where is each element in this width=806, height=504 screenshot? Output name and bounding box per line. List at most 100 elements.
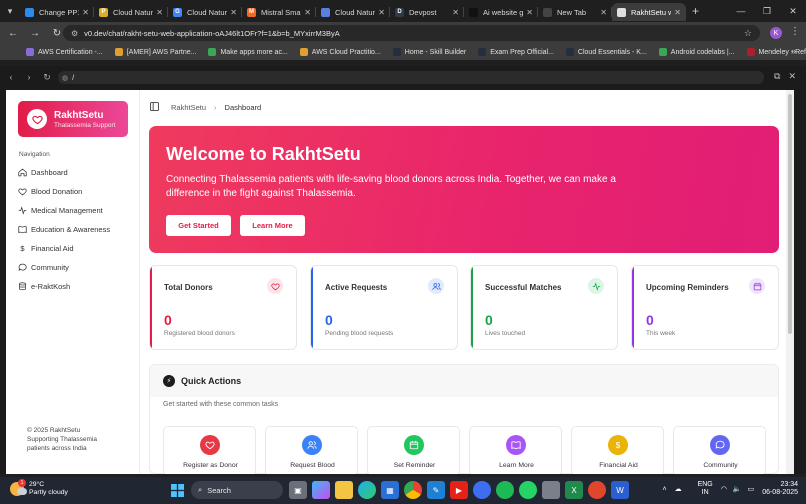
forward-icon[interactable]: →	[26, 24, 44, 42]
close-window-icon[interactable]: ✕	[780, 0, 806, 22]
spotify-icon[interactable]	[496, 481, 514, 499]
chrome-icon[interactable]	[404, 481, 422, 499]
quick-action-card[interactable]: Register as Donor	[163, 426, 256, 474]
bookmark-star-icon[interactable]: ☆	[744, 28, 752, 39]
excel-icon[interactable]: X	[565, 481, 583, 499]
task-view-icon[interactable]: ▣	[289, 481, 307, 499]
home-icon	[18, 168, 30, 177]
bookmarks-bar: AWS Certification -... [AMER] AWS Partne.…	[0, 44, 806, 60]
site-info-icon[interactable]: ⚙	[71, 29, 78, 38]
profile-avatar[interactable]: K	[770, 27, 782, 39]
bookmark-item[interactable]: AWS Certification -...	[26, 48, 103, 56]
sidebar-item-blood-donation[interactable]: Blood Donation	[18, 182, 130, 201]
sidebar-item-medical-management[interactable]: Medical Management	[18, 201, 130, 220]
browser-tab[interactable]: M Mistral Small ✕	[242, 3, 316, 21]
close-tab-icon[interactable]: ✕	[82, 8, 89, 17]
tray-overflow-icon[interactable]: ˄	[662, 486, 666, 493]
quick-action-card[interactable]: Learn More	[469, 426, 562, 474]
close-preview-icon[interactable]: ✕	[788, 71, 796, 82]
edge-icon[interactable]	[358, 481, 376, 499]
learn-more-button[interactable]: Learn More	[240, 215, 305, 236]
new-tab-button[interactable]: +	[692, 4, 699, 18]
language-indicator[interactable]: ENG IN	[698, 481, 713, 497]
word-icon[interactable]: W	[611, 481, 629, 499]
activity-icon	[588, 278, 604, 294]
volume-icon[interactable]: 🔈	[733, 485, 742, 493]
whatsapp-icon[interactable]	[519, 481, 537, 499]
close-tab-icon[interactable]: ✕	[526, 8, 533, 17]
browser-tab[interactable]: New Tab ✕	[538, 3, 612, 21]
bookmark-item[interactable]: Make apps more ac...	[208, 48, 288, 56]
close-tab-icon[interactable]: ✕	[304, 8, 311, 17]
windows-start-icon[interactable]	[168, 481, 186, 499]
battery-icon[interactable]: ▭	[748, 485, 755, 493]
browser-tab[interactable]: G Cloud Natura ✕	[168, 3, 242, 21]
browser-tab[interactable]: Cloud Natura ✕	[316, 3, 390, 21]
copilot-icon[interactable]	[312, 481, 330, 499]
quick-action-card[interactable]: $ Financial Aid	[571, 426, 664, 474]
stat-value: 0	[646, 312, 654, 328]
close-tab-icon[interactable]: ✕	[674, 8, 681, 17]
quick-action-card[interactable]: Request Blood	[265, 426, 358, 474]
app-icon[interactable]	[473, 481, 491, 499]
sidebar-item-education-awareness[interactable]: Education & Awareness	[18, 220, 130, 239]
close-tab-icon[interactable]: ✕	[156, 8, 163, 17]
close-tab-icon[interactable]: ✕	[452, 8, 459, 17]
quick-action-card[interactable]: Community	[673, 426, 766, 474]
bookmark-favicon-icon	[658, 48, 667, 56]
back-icon[interactable]: ←	[4, 24, 22, 42]
app-viewport: RakhtSetu Thalassemia Support Navigation…	[6, 90, 794, 474]
vscode-icon[interactable]: ✎	[427, 481, 445, 499]
breadcrumb-root[interactable]: RakhtSetu	[171, 103, 206, 112]
browser-menu-icon[interactable]: ⋮	[790, 26, 800, 37]
preview-url-field[interactable]: ◍ /	[58, 71, 764, 84]
address-bar[interactable]: ⚙ v0.dev/chat/rakht-setu-web-application…	[63, 25, 760, 41]
sidebar-item-e-raktkosh[interactable]: e-RaktKosh	[18, 277, 130, 296]
bookmark-item[interactable]: Exam Prep Official...	[478, 48, 554, 56]
sidebar-item-label: Education & Awareness	[31, 225, 111, 234]
browser-tab[interactable]: Ai website g ✕	[464, 3, 538, 21]
file-explorer-icon[interactable]	[335, 481, 353, 499]
browser-tab[interactable]: Change PP1 ✕	[20, 3, 94, 21]
clock[interactable]: 23:34 06-08-2025	[762, 481, 798, 497]
browser-tab[interactable]: RakhtSetu w ✕	[612, 3, 686, 21]
sidebar-item-dashboard[interactable]: Dashboard	[18, 163, 130, 182]
bookmarks-overflow-icon[interactable]: »	[791, 46, 796, 56]
wifi-icon[interactable]: ◠	[721, 485, 727, 493]
pdf-icon[interactable]	[588, 481, 606, 499]
close-tab-icon[interactable]: ✕	[600, 8, 607, 17]
bookmark-item[interactable]: Mendeley - Referen...	[746, 48, 806, 56]
taskbar-search[interactable]: ⌕ Search	[191, 481, 283, 499]
brand-card[interactable]: RakhtSetu Thalassemia Support	[18, 101, 128, 137]
bookmark-favicon-icon	[299, 48, 308, 56]
sidebar-item-community[interactable]: Community	[18, 258, 130, 277]
page-scrollbar[interactable]	[786, 90, 794, 474]
files-icon[interactable]	[542, 481, 560, 499]
bookmark-item[interactable]: Home - Skill Builder	[392, 48, 466, 56]
browser-tab[interactable]: D Devpost ✕	[390, 3, 464, 21]
minimize-icon[interactable]: —	[728, 0, 754, 22]
maximize-icon[interactable]: ❐	[754, 0, 780, 22]
get-started-button[interactable]: Get Started	[166, 215, 231, 236]
store-icon[interactable]: ▦	[381, 481, 399, 499]
preview-back-icon[interactable]: ‹	[4, 72, 18, 82]
sidebar-item-label: Financial Aid	[31, 244, 74, 253]
bookmark-item[interactable]: [AMER] AWS Partne...	[114, 48, 196, 56]
tab-search-icon[interactable]: ▾	[0, 0, 20, 22]
bookmark-item[interactable]: Android codelabs |...	[658, 48, 735, 56]
quick-action-card[interactable]: Set Reminder	[367, 426, 460, 474]
preview-reload-icon[interactable]: ↻	[40, 72, 54, 83]
youtube-icon[interactable]: ▶	[450, 481, 468, 499]
weather-widget[interactable]: 1 29°C Partly cloudy	[10, 479, 68, 497]
browser-tab[interactable]: P Cloud Natura ✕	[94, 3, 168, 21]
open-external-icon[interactable]: ⧉	[774, 71, 780, 82]
close-tab-icon[interactable]: ✕	[230, 8, 237, 17]
bookmark-item[interactable]: Cloud Essentials - K...	[565, 48, 647, 56]
onedrive-icon[interactable]: ☁	[675, 485, 682, 493]
preview-forward-icon[interactable]: ›	[22, 72, 36, 82]
close-tab-icon[interactable]: ✕	[378, 8, 385, 17]
bookmark-item[interactable]: AWS Cloud Practitio...	[299, 48, 381, 56]
sidebar-item-financial-aid[interactable]: $ Financial Aid	[18, 239, 130, 258]
quick-action-label: Request Blood	[290, 462, 335, 469]
sidebar-toggle-icon[interactable]	[150, 101, 159, 113]
